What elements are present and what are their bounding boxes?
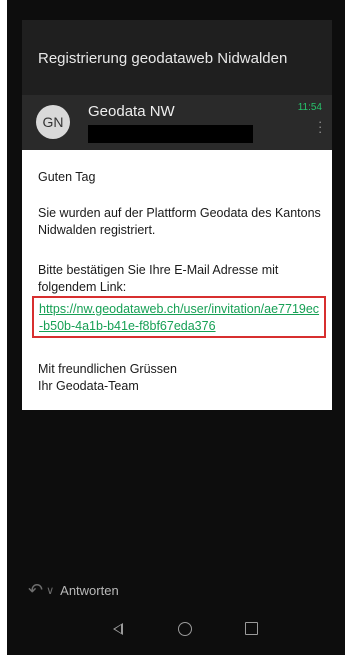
reply-label: Antworten — [60, 582, 119, 598]
recents-square-icon[interactable] — [245, 622, 258, 635]
phone-screen: Registrierung geodataweb Nidwalden GN Ge… — [7, 0, 345, 655]
back-triangle-icon[interactable] — [113, 623, 123, 635]
paragraph-confirm: Bitte bestätigen Sie Ihre E-Mail Adresse… — [38, 263, 279, 294]
email-header[interactable]: GN Geodata NW 11:54 · · · — [22, 95, 332, 150]
greeting-text: Guten Tag — [38, 170, 96, 184]
sender-avatar: GN — [36, 105, 70, 139]
email-subject-bar: Registrierung geodataweb Nidwalden — [22, 20, 332, 95]
more-options-icon[interactable]: · · · — [318, 115, 322, 138]
sender-name: Geodata NW — [88, 103, 175, 120]
invitation-link[interactable]: https://nw.geodataweb.ch/user/invitation… — [39, 301, 323, 335]
paragraph-registered: Sie wurden auf der Plattform Geodata des… — [38, 206, 321, 237]
closing-signature: Ihr Geodata-Team — [38, 379, 139, 393]
reply-arrow-icon: ↶ — [28, 579, 44, 600]
email-subject: Registrierung geodataweb Nidwalden — [38, 50, 288, 67]
link-highlight-box: https://nw.geodataweb.ch/user/invitation… — [32, 296, 326, 338]
home-circle-icon[interactable] — [178, 622, 192, 636]
closing-greeting: Mit freundlichen Grüssen — [38, 362, 177, 376]
android-navigation-bar — [7, 605, 345, 655]
email-body: Guten Tag Sie wurden auf der Plattform G… — [22, 150, 332, 410]
email-time: 11:54 — [297, 102, 322, 113]
redacted-recipient — [88, 125, 253, 143]
chevron-down-icon[interactable]: ∨ — [46, 584, 54, 597]
reply-button[interactable]: ↶ ∨ Antworten — [22, 578, 332, 602]
